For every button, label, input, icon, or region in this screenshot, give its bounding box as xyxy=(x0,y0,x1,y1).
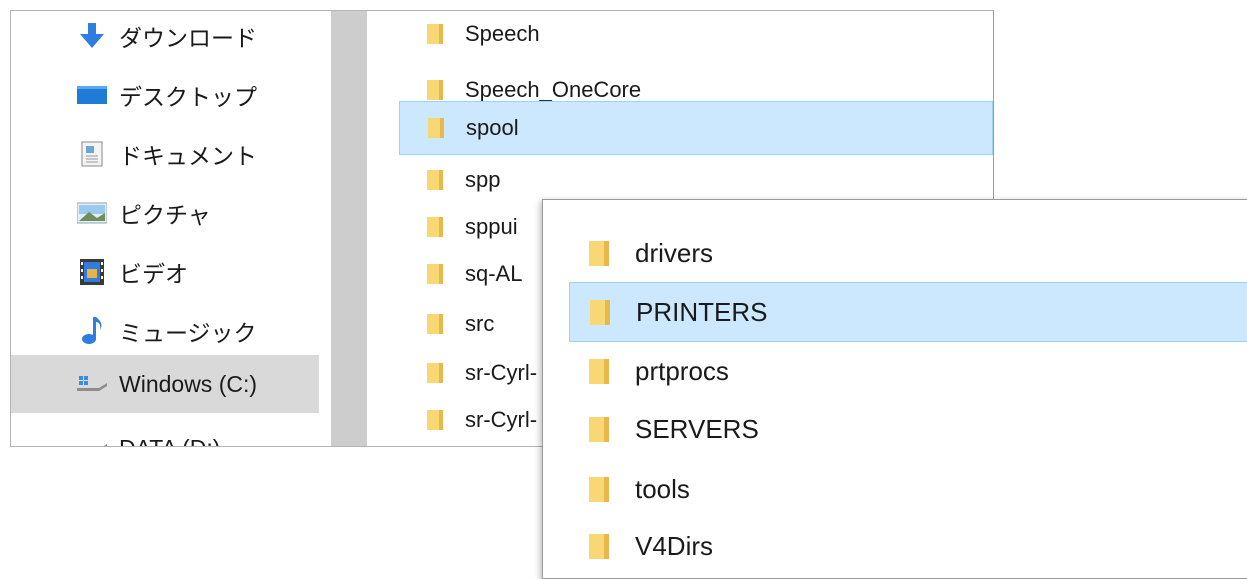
nav-item-label: Windows (C:) xyxy=(119,370,258,397)
nav-item-desktop[interactable]: デスクトップ xyxy=(11,66,319,124)
document-icon xyxy=(77,139,107,169)
file-name: drivers xyxy=(635,237,714,268)
folder-icon xyxy=(589,238,611,268)
desktop-icon xyxy=(77,80,107,110)
folder-icon xyxy=(589,356,611,386)
folder-icon xyxy=(427,22,445,46)
nav-item-documents[interactable]: ドキュメント xyxy=(11,125,319,183)
file-name: sr-Cyrl- xyxy=(465,407,538,432)
nav-item-label: デスクトップ xyxy=(119,84,257,110)
spool-folder-window: drivers PRINTERS prtprocs SERVERS tools … xyxy=(542,199,1247,579)
list-item[interactable]: prtprocs xyxy=(543,342,1247,400)
pictures-icon xyxy=(77,198,107,228)
file-name: src xyxy=(465,311,495,336)
file-name: tools xyxy=(635,473,690,504)
file-name: SERVERS xyxy=(635,413,759,444)
folder-icon xyxy=(589,474,611,504)
nav-scrollbar[interactable] xyxy=(331,11,367,446)
folder-icon xyxy=(589,531,611,561)
nav-item-label: DATA (D:) xyxy=(119,435,220,447)
folder-icon xyxy=(589,414,611,444)
nav-item-label: ミュージック xyxy=(119,320,257,346)
folder-icon xyxy=(427,215,445,239)
nav-item-label: ビデオ xyxy=(119,261,188,287)
file-name: spp xyxy=(465,167,501,192)
list-item[interactable]: Speech xyxy=(399,11,993,57)
nav-item-downloads[interactable]: ダウンロード xyxy=(11,11,319,65)
folder-icon xyxy=(427,408,445,432)
file-name: prtprocs xyxy=(635,355,729,386)
folder-icon xyxy=(427,312,445,336)
nav-item-windows-drive[interactable]: Windows (C:) xyxy=(11,355,319,413)
file-name: spool xyxy=(466,115,519,140)
file-name: sppui xyxy=(465,214,518,239)
nav-item-data-drive[interactable]: DATA (D:) xyxy=(11,419,319,447)
list-item[interactable]: SERVERS xyxy=(543,400,1247,458)
folder-icon xyxy=(590,297,612,327)
video-icon xyxy=(77,257,107,287)
download-arrow-icon xyxy=(77,21,107,51)
list-item[interactable]: spp xyxy=(399,157,993,203)
folder-icon xyxy=(427,262,445,286)
list-item-selected[interactable]: spool xyxy=(399,101,993,155)
nav-item-label: ピクチャ xyxy=(119,202,211,228)
file-name: sq-AL xyxy=(465,261,523,286)
folder-icon xyxy=(428,116,446,140)
file-name: sr-Cyrl- xyxy=(465,360,538,385)
list-item[interactable]: drivers xyxy=(543,224,1247,282)
navigation-pane: ダウンロード デスクトップ ドキュメント ピクチャ ビデオ ミュージック Win… xyxy=(11,11,331,446)
nav-item-label: ドキュメント xyxy=(119,143,257,169)
nav-item-music[interactable]: ミュージック xyxy=(11,302,319,360)
folder-icon xyxy=(427,78,445,102)
list-item[interactable]: tools xyxy=(543,460,1247,518)
music-note-icon xyxy=(77,316,107,346)
list-item-selected[interactable]: PRINTERS xyxy=(569,282,1247,342)
folder-icon xyxy=(427,361,445,385)
file-name: Speech xyxy=(465,21,540,46)
nav-item-videos[interactable]: ビデオ xyxy=(11,243,319,301)
file-name: V4Dirs xyxy=(635,530,714,561)
list-item[interactable]: V4Dirs xyxy=(543,517,1247,575)
nav-item-label: ダウンロード xyxy=(119,25,257,51)
drive-icon xyxy=(77,369,107,399)
folder-icon xyxy=(427,168,445,192)
file-name: Speech_OneCore xyxy=(465,77,642,102)
file-name: PRINTERS xyxy=(636,296,768,327)
nav-item-pictures[interactable]: ピクチャ xyxy=(11,184,319,242)
drive-icon xyxy=(77,433,107,446)
